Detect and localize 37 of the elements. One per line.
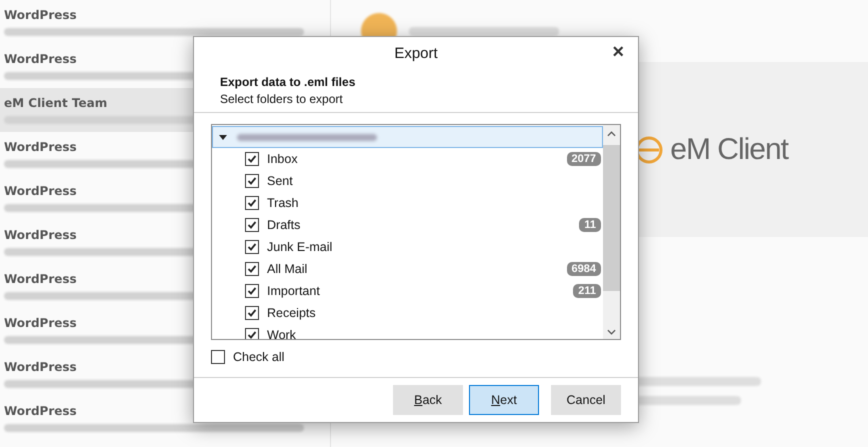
dialog-title: Export [394,44,438,62]
checkbox[interactable] [245,306,259,320]
checkbox[interactable] [211,350,225,364]
checkbox[interactable] [245,262,259,276]
checkbox[interactable] [245,196,259,210]
dialog-button[interactable]: Next [469,385,539,415]
checkbox[interactable] [245,284,259,298]
scroll-up-icon[interactable] [607,131,616,137]
folder-name: All Mail [267,262,308,276]
check-all-label: Check all [233,350,284,364]
checkbox[interactable] [245,240,259,254]
folder-name: Important [267,284,321,298]
close-button[interactable]: × [608,42,628,62]
dialog-button[interactable]: Back [393,385,463,415]
folder-name: Drafts [267,218,302,232]
expand-triangle-icon[interactable] [219,133,227,141]
folder-name: Receipts [267,306,317,320]
checkbox[interactable] [245,218,259,232]
message-count: 211 [573,284,601,298]
folder-name: Sent [267,174,294,188]
checkbox[interactable] [245,174,259,188]
message-count: 6984 [566,262,601,276]
message-item[interactable]: WordPress [0,396,330,440]
checkbox[interactable] [245,328,259,339]
folder-name: Junk E-mail [267,240,334,254]
folder-name: Inbox [267,152,299,166]
scrollbar[interactable] [603,125,620,339]
message-count: 2077 [566,152,601,166]
message-count: 11 [579,218,601,232]
message-item[interactable]: WordPress [0,0,330,44]
checkbox[interactable] [245,152,259,166]
folder-name: Work [267,328,297,339]
folder-name: Trash [267,196,300,210]
scroll-down-icon[interactable] [607,329,616,335]
dialog-heading: Export data to .eml files [220,75,356,89]
dialog-button[interactable]: Cancel [551,385,621,415]
logo-text: eM Client [670,132,788,166]
